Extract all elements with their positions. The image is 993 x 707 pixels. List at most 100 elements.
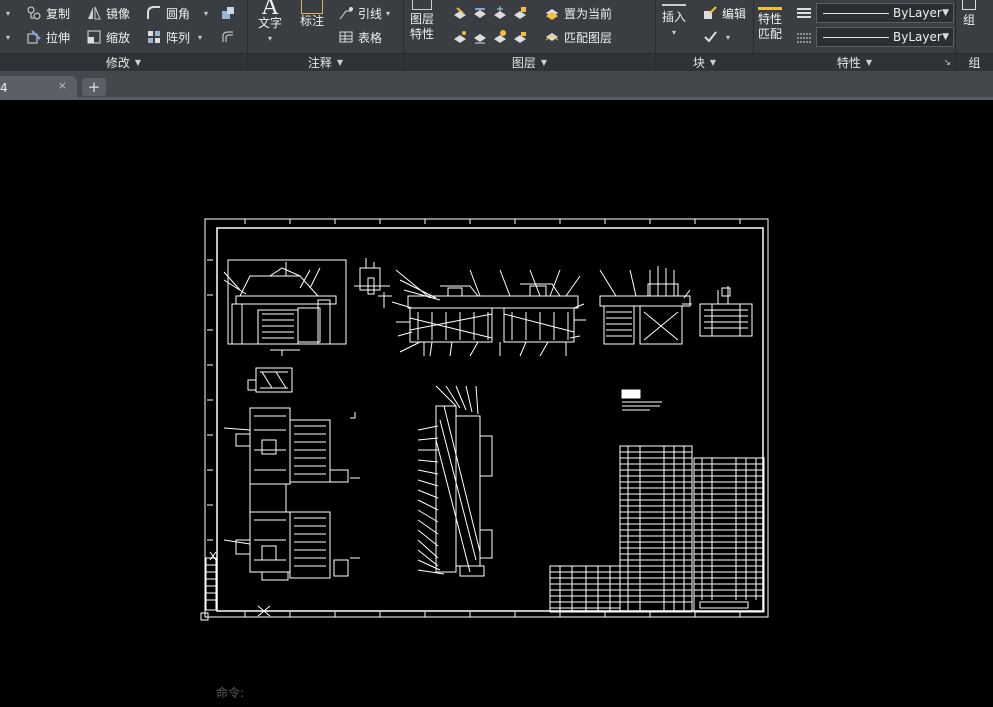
modify-dropdown-caret[interactable]: ▾ [2, 3, 10, 23]
modify-dropdown-caret-2[interactable]: ▾ [2, 27, 10, 47]
set-current-button[interactable]: 置为当前 [544, 3, 612, 23]
match-layer-button[interactable]: 匹配图层 [544, 27, 612, 47]
title-block-table [549, 565, 621, 613]
modify-panel-title[interactable]: 修改 ▼ [0, 53, 247, 71]
part-detail-top [354, 258, 392, 308]
copy-label: 复制 [46, 6, 71, 21]
dimension-label: 标注 [300, 14, 325, 28]
insert-block-icon [662, 0, 686, 6]
fillet-label: 圆角 [166, 6, 191, 21]
stretch-label: 拉伸 [46, 30, 71, 45]
set-current-label: 置为当前 [564, 6, 613, 21]
annotation-panel-title[interactable]: 注释 ▼ [248, 53, 403, 71]
chevron-down-icon: ▼ [540, 58, 548, 67]
properties-title-text: 特性 [836, 56, 861, 70]
layer-unlock-icon[interactable] [512, 29, 528, 45]
block-attribute-button[interactable]: ▾ [702, 27, 730, 47]
attribute-icon [702, 29, 718, 45]
layer-unisolate-icon[interactable] [472, 29, 488, 45]
stretch-button[interactable]: 拉伸 [26, 27, 70, 47]
text-label: 文字 [258, 16, 283, 30]
chevron-down-icon: ▼ [942, 8, 949, 18]
properties-panel-title[interactable]: 特性 ▼ ↘ [754, 53, 955, 71]
chevron-down-icon: ▼ [942, 32, 949, 42]
match-properties-button[interactable]: 特性 匹配 [758, 0, 782, 42]
copy-button[interactable]: 复制 [26, 3, 70, 23]
match-layer-icon [544, 29, 560, 45]
chevron-down-icon: ▾ [672, 28, 677, 37]
scale-icon [86, 29, 102, 45]
lineweight-preview [823, 12, 889, 14]
layer-properties-label-2: 特性 [410, 27, 435, 41]
chevron-down-icon: ▼ [709, 58, 717, 67]
text-button[interactable]: A 文字 ▾ [258, 0, 282, 46]
layer-on-icon[interactable] [452, 29, 468, 45]
layers-panel: 图层 特性 置为当前 匹配图层 图层 ▼ [404, 0, 656, 71]
new-tab-button[interactable]: + [82, 78, 106, 96]
group-icon [962, 0, 976, 10]
leader-icon [338, 5, 354, 21]
group-button[interactable]: 组 [962, 0, 976, 28]
array-button[interactable]: 阵列 ▾ [146, 27, 202, 47]
layer-freeze-icon[interactable] [492, 5, 508, 21]
layer-lock-icon[interactable] [512, 5, 528, 21]
file-tab-strip: 4 × + [0, 71, 993, 100]
edit-block-icon [702, 5, 718, 21]
drawing-sheet [200, 218, 769, 621]
dimension-button[interactable]: 标注 [300, 0, 324, 29]
copy-icon [26, 5, 42, 21]
chevron-down-icon: ▼ [865, 58, 873, 67]
linetype-icon [796, 30, 812, 46]
modify-panel: ▾ ▾ 复制 镜像 圆角 ▾ 拉伸 缩放 阵列 ▾ 修改 ▼ [0, 0, 248, 71]
table-button[interactable]: 表格 [338, 27, 382, 47]
part-detail-left [247, 367, 293, 393]
lineweight-select[interactable]: ByLayer ▼ [816, 3, 954, 23]
parts-list-table-main [619, 445, 693, 613]
group-title-text: 组 [968, 56, 981, 70]
left-margin-marks [207, 259, 213, 541]
scale-button[interactable]: 缩放 [86, 27, 130, 47]
mirror-icon [86, 5, 102, 21]
fillet-icon [146, 5, 162, 21]
match-properties-label-2: 匹配 [758, 27, 783, 41]
machine-view-far-right [699, 286, 753, 337]
parts-list-table-right [693, 457, 765, 613]
linetype-preview [823, 36, 889, 38]
lineweight-icon [796, 6, 812, 22]
layer-properties-icon [412, 0, 432, 10]
layer-thaw-icon[interactable] [492, 29, 508, 45]
layer-properties-button[interactable]: 图层 特性 [410, 0, 434, 42]
technical-notes [621, 389, 662, 411]
layer-off-icon[interactable] [452, 5, 468, 21]
match-layer-label: 匹配图层 [564, 30, 613, 45]
command-prompt: 命令: [216, 686, 245, 700]
chevron-down-icon: ▼ [336, 58, 344, 67]
explode-button[interactable] [220, 3, 240, 23]
layers-panel-title[interactable]: 图层 ▼ [404, 53, 655, 71]
mirror-button[interactable]: 镜像 [86, 3, 130, 23]
drawing-tab-label: 4 [0, 81, 8, 95]
edit-block-button[interactable]: 编辑 [702, 3, 746, 23]
offset-button[interactable] [220, 27, 240, 47]
elevation-view-center [417, 385, 493, 577]
block-title-text: 块 [692, 56, 705, 70]
fillet-button[interactable]: 圆角 ▾ [146, 3, 208, 23]
ribbon: ▾ ▾ 复制 镜像 圆角 ▾ 拉伸 缩放 阵列 ▾ 修改 ▼ A 文字 ▾ 标注… [0, 0, 993, 71]
drawing-tab[interactable]: 4 × [0, 76, 77, 100]
small-mark [350, 412, 356, 419]
ucs-icon [209, 551, 271, 617]
linetype-select[interactable]: ByLayer ▼ [816, 27, 954, 47]
drawing-canvas[interactable] [0, 100, 993, 707]
text-icon: A [262, 0, 278, 20]
insert-label: 插入 [662, 10, 687, 24]
layer-isolate-icon[interactable] [472, 5, 488, 21]
panel-launcher-icon[interactable]: ↘ [943, 58, 951, 68]
block-panel-title[interactable]: 块 ▼ [656, 53, 753, 71]
insert-block-button[interactable]: 插入 ▾ [662, 0, 686, 40]
command-line[interactable]: 命令: [216, 684, 244, 701]
match-properties-label-1: 特性 [758, 12, 783, 26]
close-icon[interactable]: × [58, 79, 67, 92]
leader-button[interactable]: 引线 ▾ [338, 3, 390, 23]
annotation-panel: A 文字 ▾ 标注 引线 ▾ 表格 注释 ▼ [248, 0, 404, 71]
group-panel-title[interactable]: 组 [956, 53, 993, 71]
